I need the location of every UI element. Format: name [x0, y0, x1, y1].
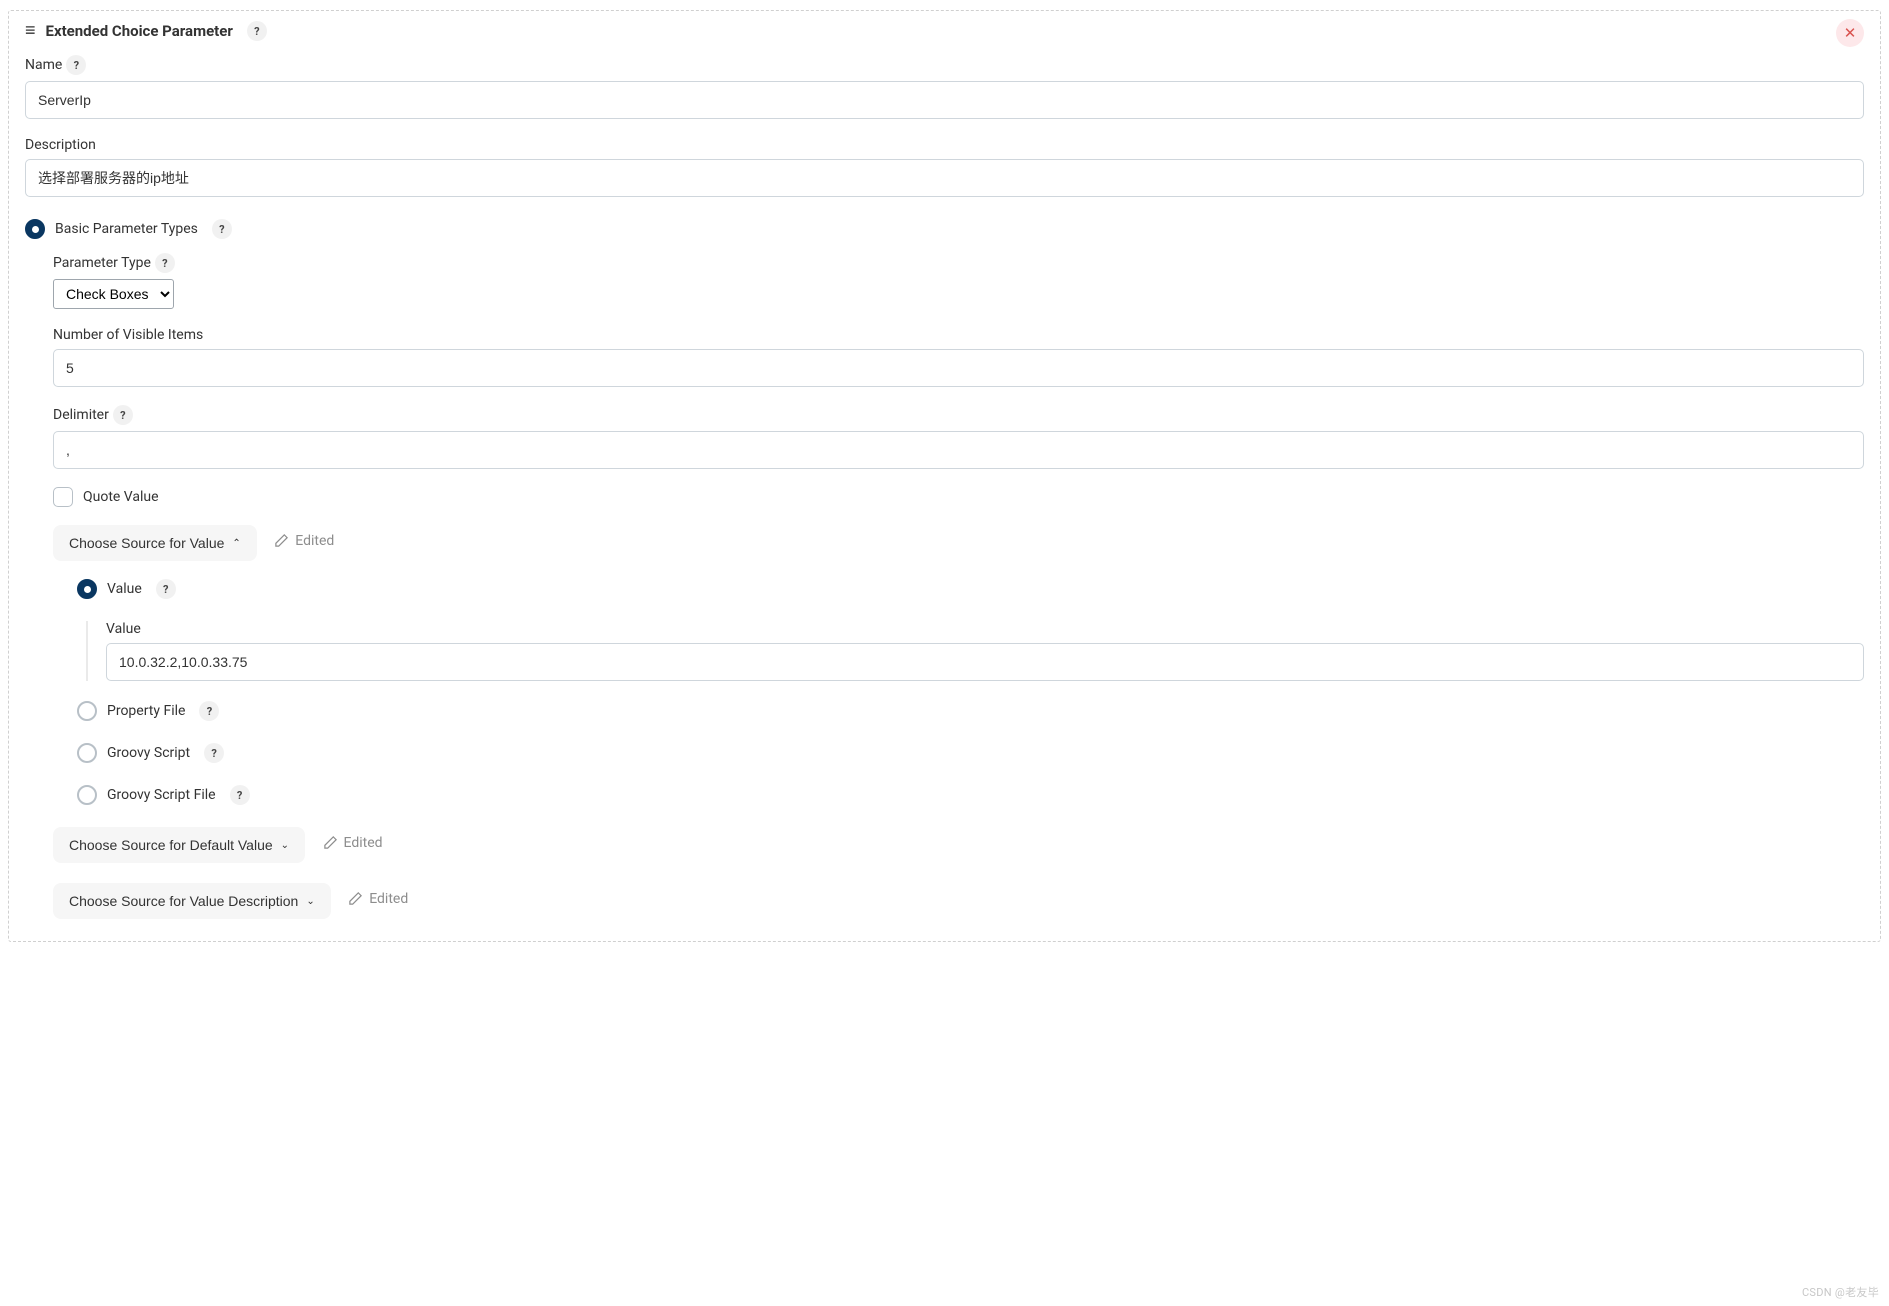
radio-icon[interactable] [77, 701, 97, 721]
help-icon[interactable]: ? [66, 55, 86, 75]
radio-basic-parameter-types[interactable]: Basic Parameter Types ? [25, 219, 1864, 239]
close-button[interactable]: ✕ [1836, 19, 1864, 47]
radio-icon-selected[interactable] [25, 219, 45, 239]
delimiter-label: Delimiter ? [53, 405, 1864, 425]
name-input[interactable] [25, 81, 1864, 119]
label-text: Number of Visible Items [53, 327, 203, 343]
checkbox-quote-value[interactable]: Quote Value [53, 487, 1864, 507]
radio-property-file[interactable]: Property File ? [77, 701, 1864, 721]
description-input[interactable] [25, 159, 1864, 197]
edited-indicator: Edited [274, 533, 334, 549]
parameter-type-select[interactable]: Check Boxes [53, 279, 174, 309]
delimiter-input[interactable] [53, 431, 1864, 469]
radio-value[interactable]: Value ? [77, 579, 1864, 599]
field-delimiter: Delimiter ? [53, 405, 1864, 469]
edited-indicator: Edited [323, 835, 383, 851]
value-input[interactable] [106, 643, 1864, 681]
pencil-icon [348, 891, 363, 906]
source-value-row: Choose Source for Value ⌃ Edited [53, 525, 1864, 561]
edited-text: Edited [344, 835, 383, 851]
help-icon[interactable]: ? [247, 21, 267, 41]
radio-label: Groovy Script File [107, 787, 216, 803]
field-description: Description [25, 137, 1864, 197]
help-icon[interactable]: ? [212, 219, 232, 239]
radio-label: Groovy Script [107, 745, 190, 761]
field-parameter-type: Parameter Type ? Check Boxes [53, 253, 1864, 309]
chevron-down-icon: ⌄ [306, 896, 314, 907]
field-name: Name ? [25, 55, 1864, 119]
help-icon[interactable]: ? [230, 785, 250, 805]
pencil-icon [323, 835, 338, 850]
radio-icon[interactable] [77, 743, 97, 763]
drag-handle-icon[interactable]: ≡ [25, 22, 36, 40]
label-text: Name [25, 57, 62, 73]
name-label: Name ? [25, 55, 1864, 75]
source-default-row: Choose Source for Default Value ⌄ Edited [53, 827, 1864, 863]
description-label: Description [25, 137, 1864, 153]
radio-icon[interactable] [77, 785, 97, 805]
source-description-row: Choose Source for Value Description ⌄ Ed… [53, 883, 1864, 919]
radio-label: Property File [107, 703, 185, 719]
chevron-up-icon: ⌃ [232, 538, 240, 549]
radio-groovy-script-file[interactable]: Groovy Script File ? [77, 785, 1864, 805]
parameter-config-panel: ≡ Extended Choice Parameter ? ✕ Name ? D… [8, 10, 1881, 942]
panel-title: Extended Choice Parameter [46, 22, 233, 40]
help-icon[interactable]: ? [113, 405, 133, 425]
help-icon[interactable]: ? [156, 579, 176, 599]
label-text: Delimiter [53, 407, 109, 423]
radio-label: Value [107, 581, 142, 597]
label-text: Parameter Type [53, 255, 151, 271]
radio-label: Basic Parameter Types [55, 221, 198, 237]
choose-source-description-button[interactable]: Choose Source for Value Description ⌄ [53, 883, 331, 919]
button-label: Choose Source for Value Description [69, 893, 298, 909]
button-label: Choose Source for Default Value [69, 837, 273, 853]
radio-groovy-script[interactable]: Groovy Script ? [77, 743, 1864, 763]
label-text: Value [106, 621, 141, 637]
checkbox-label: Quote Value [83, 489, 159, 505]
button-label: Choose Source for Value [69, 535, 224, 551]
help-icon[interactable]: ? [199, 701, 219, 721]
parameter-type-label: Parameter Type ? [53, 253, 1864, 273]
label-text: Description [25, 137, 96, 153]
field-visible-items: Number of Visible Items [53, 327, 1864, 387]
help-icon[interactable]: ? [155, 253, 175, 273]
watermark: CSDN @老友毕 [1802, 1284, 1879, 1300]
visible-items-input[interactable] [53, 349, 1864, 387]
value-subsection: Value [86, 621, 1864, 681]
choose-source-default-button[interactable]: Choose Source for Default Value ⌄ [53, 827, 305, 863]
edited-text: Edited [369, 891, 408, 907]
edited-indicator: Edited [348, 891, 408, 907]
pencil-icon [274, 533, 289, 548]
edited-text: Edited [295, 533, 334, 549]
source-value-options: Value ? Value Property File ? Groovy Scr… [77, 579, 1864, 805]
visible-items-label: Number of Visible Items [53, 327, 1864, 343]
panel-header: ≡ Extended Choice Parameter ? ✕ [25, 21, 1864, 41]
chevron-down-icon: ⌄ [281, 840, 289, 851]
basic-types-section: Parameter Type ? Check Boxes Number of V… [25, 253, 1864, 919]
value-field-label: Value [106, 621, 1864, 637]
radio-icon-selected[interactable] [77, 579, 97, 599]
help-icon[interactable]: ? [204, 743, 224, 763]
choose-source-value-button[interactable]: Choose Source for Value ⌃ [53, 525, 257, 561]
checkbox-icon[interactable] [53, 487, 73, 507]
